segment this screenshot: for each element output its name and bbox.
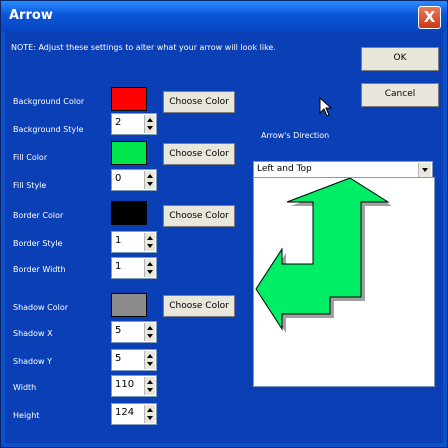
height-label: Height bbox=[13, 411, 40, 420]
background-style-spinner[interactable]: 2 bbox=[111, 113, 157, 135]
title-bar[interactable]: Arrow X bbox=[1, 1, 447, 31]
shadow-y-label: Shadow Y bbox=[13, 357, 52, 366]
shadow-y-value: 5 bbox=[115, 353, 122, 364]
border-color-choose-button[interactable]: Choose Color bbox=[163, 205, 235, 227]
shadow-color-label: Shadow Color bbox=[13, 303, 68, 312]
ok-button[interactable]: OK bbox=[361, 47, 439, 71]
arrow-preview bbox=[253, 177, 435, 387]
width-label: Width bbox=[13, 383, 37, 392]
shadow-x-label: Shadow X bbox=[13, 329, 53, 338]
border-width-label: Border Width bbox=[13, 265, 66, 274]
height-spinner[interactable]: 124 bbox=[111, 403, 157, 425]
background-color-swatch bbox=[111, 87, 147, 111]
fill-color-label: Fill Color bbox=[13, 153, 48, 162]
shadow-color-choose-button[interactable]: Choose Color bbox=[163, 295, 235, 317]
width-value: 110 bbox=[115, 379, 135, 390]
arrow-direction-label: Arrow's Direction bbox=[261, 131, 330, 140]
shadow-x-spinner[interactable]: 5 bbox=[111, 321, 157, 343]
shadow-y-stepper-buttons[interactable] bbox=[144, 351, 155, 369]
border-style-stepper-buttons[interactable] bbox=[144, 233, 155, 251]
width-stepper-buttons[interactable] bbox=[144, 377, 155, 395]
fill-style-label: Fill Style bbox=[13, 181, 47, 190]
border-style-spinner[interactable]: 1 bbox=[111, 231, 157, 253]
arrow-preview-svg bbox=[255, 177, 392, 333]
chevron-down-icon[interactable] bbox=[418, 163, 431, 177]
mouse-cursor-icon bbox=[319, 97, 333, 117]
fill-color-choose-button[interactable]: Choose Color bbox=[163, 143, 235, 165]
border-color-swatch bbox=[111, 201, 147, 225]
height-value: 124 bbox=[115, 407, 135, 418]
background-color-label: Background Color bbox=[13, 97, 85, 106]
window-title: Arrow bbox=[9, 8, 53, 23]
shadow-y-spinner[interactable]: 5 bbox=[111, 349, 157, 371]
shadow-x-value: 5 bbox=[115, 325, 122, 336]
close-button[interactable]: X bbox=[418, 6, 441, 29]
border-width-stepper-buttons[interactable] bbox=[144, 259, 155, 277]
arrow-shape bbox=[255, 177, 390, 331]
note-text: NOTE: Adjust these settings to alter wha… bbox=[11, 43, 276, 52]
background-color-choose-button[interactable]: Choose Color bbox=[163, 91, 235, 113]
shadow-x-stepper-buttons[interactable] bbox=[144, 323, 155, 341]
width-spinner[interactable]: 110 bbox=[111, 375, 157, 397]
border-color-label: Border Color bbox=[13, 211, 64, 220]
height-stepper-buttons[interactable] bbox=[144, 405, 155, 423]
fill-style-stepper-buttons[interactable] bbox=[144, 171, 155, 189]
background-style-value: 2 bbox=[115, 117, 122, 128]
dialog-window: Arrow X NOTE: Adjust these settings to a… bbox=[0, 0, 448, 448]
arrow-direction-selected: Left and Top bbox=[257, 164, 312, 174]
border-style-value: 1 bbox=[115, 235, 122, 246]
shadow-color-swatch bbox=[111, 293, 147, 317]
fill-style-spinner[interactable]: 0 bbox=[111, 169, 157, 191]
border-style-label: Border Style bbox=[13, 239, 63, 248]
border-width-value: 1 bbox=[115, 261, 122, 272]
background-style-stepper-buttons[interactable] bbox=[144, 115, 155, 133]
fill-color-swatch bbox=[111, 141, 147, 165]
fill-style-value: 0 bbox=[115, 173, 122, 184]
border-width-spinner[interactable]: 1 bbox=[111, 257, 157, 279]
background-style-label: Background Style bbox=[13, 125, 84, 134]
cancel-button[interactable]: Cancel bbox=[361, 83, 439, 107]
